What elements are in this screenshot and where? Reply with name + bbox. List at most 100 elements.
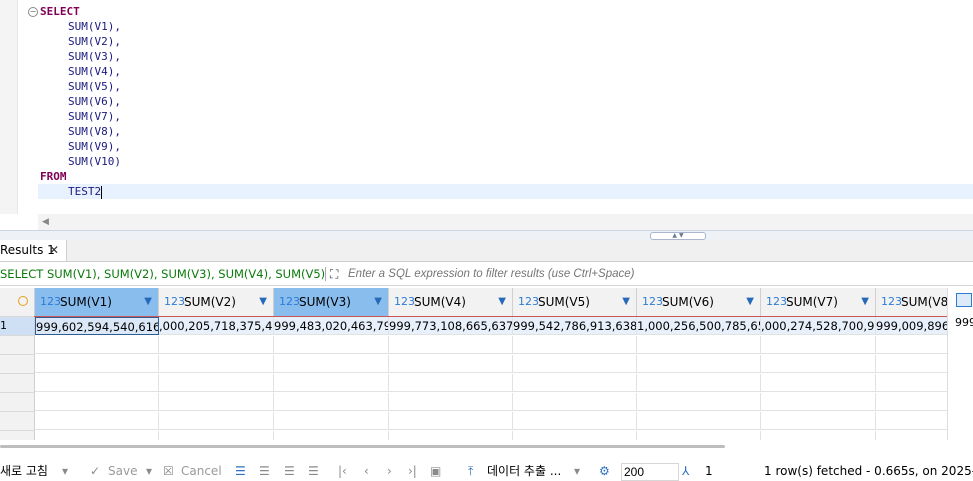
column-header[interactable]: 123 SUM(V4) ▼ bbox=[389, 288, 513, 316]
refresh-button[interactable]: 새로 고침 bbox=[0, 462, 48, 480]
empty-cell bbox=[389, 393, 513, 411]
filter-input[interactable] bbox=[348, 263, 948, 285]
code-line[interactable]: SELECT bbox=[40, 4, 121, 19]
sql-editor[interactable]: − SELECT SUM(V1), SUM(V2), SUM(V3), SUM(V4),… bbox=[0, 0, 973, 214]
close-icon[interactable]: ✕ bbox=[49, 240, 59, 261]
sort-dropdown-icon[interactable]: ▼ bbox=[259, 288, 267, 316]
row-header[interactable] bbox=[0, 374, 35, 393]
delete-row-icon[interactable]: ☰ bbox=[308, 462, 319, 480]
table-cell[interactable]: 1,000,256,500,785,656 bbox=[637, 317, 761, 335]
editor-horizontal-scrollbar[interactable]: ◀ bbox=[38, 214, 973, 230]
column-header[interactable]: 123 SUM(V5) ▼ bbox=[513, 288, 637, 316]
grid-horizontal-scrollbar[interactable] bbox=[0, 445, 725, 448]
table-cell[interactable]: 999,773,108,665,637 bbox=[389, 317, 513, 335]
code-line[interactable]: SUM(V3), bbox=[40, 49, 121, 64]
table-cell[interactable]: 999,009,896,05 bbox=[876, 317, 947, 335]
code-line[interactable]: SUM(V6), bbox=[40, 94, 121, 109]
empty-cell bbox=[637, 412, 761, 430]
export-dropdown-icon[interactable]: ▾ bbox=[574, 462, 580, 480]
column-header-label: SUM(V6) bbox=[662, 295, 714, 309]
first-page-icon[interactable]: |‹ bbox=[338, 462, 347, 480]
row-count-icon[interactable]: ⅄ bbox=[682, 462, 689, 480]
panel-toggle-icon[interactable] bbox=[956, 293, 972, 307]
code-line[interactable]: TEST2 bbox=[40, 184, 121, 199]
splitter-handle[interactable]: ▲ ▼ bbox=[650, 232, 706, 240]
code-line[interactable]: SUM(V7), bbox=[40, 109, 121, 124]
export-button[interactable]: 데이터 추출 ... bbox=[487, 462, 561, 480]
empty-cell bbox=[35, 336, 159, 354]
sort-dropdown-icon[interactable]: ▼ bbox=[498, 288, 506, 316]
row-header[interactable]: 1 bbox=[0, 317, 35, 336]
fetch-size-input[interactable] bbox=[621, 463, 679, 481]
next-page-icon[interactable]: › bbox=[387, 462, 392, 480]
prev-page-icon[interactable]: ‹ bbox=[364, 462, 369, 480]
code-line[interactable]: SUM(V10) bbox=[40, 154, 121, 169]
code-line[interactable]: SUM(V8), bbox=[40, 124, 121, 139]
cancel-button[interactable]: Cancel bbox=[181, 462, 222, 480]
save-button[interactable]: Save bbox=[108, 462, 137, 480]
last-page-icon[interactable]: ›| bbox=[408, 462, 417, 480]
grid-corner[interactable] bbox=[0, 288, 35, 317]
code-line[interactable]: SUM(V1), bbox=[40, 19, 121, 34]
column-header[interactable]: 123 SUM(V1) ▼ bbox=[35, 288, 159, 316]
column-header[interactable]: 123 SUM(V6) ▼ bbox=[637, 288, 761, 316]
edit-row-icon[interactable]: ☰ bbox=[235, 462, 246, 480]
expand-icon[interactable]: ⛶ bbox=[330, 267, 338, 282]
sort-dropdown-icon[interactable]: ▼ bbox=[861, 288, 869, 316]
save-dropdown-icon[interactable]: ▾ bbox=[146, 462, 152, 480]
sort-dropdown-icon[interactable]: ▼ bbox=[746, 288, 754, 316]
table-cell[interactable]: ,000,205,718,375,475 bbox=[159, 317, 274, 335]
export-icon[interactable]: ⤒ bbox=[468, 462, 473, 480]
column-header-label: SUM(V1) bbox=[60, 295, 112, 309]
row-header[interactable] bbox=[0, 336, 35, 355]
code-line[interactable]: SUM(V5), bbox=[40, 79, 121, 94]
sort-dropdown-icon[interactable]: ▼ bbox=[374, 288, 382, 316]
sql-code[interactable]: SELECT SUM(V1), SUM(V2), SUM(V3), SUM(V4), SU… bbox=[40, 4, 121, 199]
filter-separator bbox=[325, 267, 326, 281]
row-header[interactable] bbox=[0, 393, 35, 412]
row-header[interactable] bbox=[0, 355, 35, 374]
row-number: 1 bbox=[0, 319, 7, 332]
empty-cell bbox=[274, 431, 389, 440]
column-header[interactable]: 123 SUM(V3) ▼ bbox=[274, 288, 389, 316]
settings-icon[interactable]: ⚙ bbox=[599, 462, 610, 480]
code-line[interactable]: SUM(V9), bbox=[40, 139, 121, 154]
row-header[interactable] bbox=[0, 412, 35, 431]
code-line[interactable]: SUM(V4), bbox=[40, 64, 121, 79]
column-header[interactable]: 123 SUM(V7) ▼ bbox=[761, 288, 876, 316]
empty-cell bbox=[876, 393, 947, 411]
empty-cell bbox=[513, 374, 637, 392]
table-cell[interactable]: 999,483,020,463,793 bbox=[274, 317, 389, 335]
scroll-left-icon[interactable]: ◀ bbox=[42, 217, 49, 227]
save-icon[interactable]: ✓ bbox=[90, 462, 100, 480]
empty-cell bbox=[513, 412, 637, 430]
sort-dropdown-icon[interactable]: ▼ bbox=[144, 288, 152, 316]
add-row-icon[interactable]: ☰ bbox=[259, 462, 270, 480]
results-toolbar: 새로 고침 ▾ ✓ Save ▾ ☒ Cancel ☰ ☰ ☰ ☰ |‹ ‹ ›… bbox=[0, 462, 973, 481]
refresh-dropdown-icon[interactable]: ▾ bbox=[62, 462, 68, 480]
numeric-type-icon: 123 bbox=[40, 295, 61, 308]
numeric-type-icon: 123 bbox=[642, 295, 663, 308]
column-header[interactable]: 123SUM(V8) bbox=[876, 288, 947, 316]
empty-cell bbox=[389, 355, 513, 373]
filter-query-text[interactable]: SELECT SUM(V1), SUM(V2), SUM(V3), SUM(V4… bbox=[0, 263, 325, 285]
fetch-all-icon[interactable]: ▣ bbox=[430, 462, 441, 480]
empty-cell bbox=[159, 355, 274, 373]
select-all-icon[interactable] bbox=[18, 296, 28, 306]
empty-cell bbox=[389, 412, 513, 430]
fold-toggle-icon[interactable]: − bbox=[28, 7, 38, 17]
table-cell[interactable]: 999,602,594,540,616 bbox=[35, 317, 159, 335]
row-header[interactable] bbox=[0, 431, 35, 440]
results-grid[interactable]: 123 SUM(V1) ▼ 999,602,594,540,616 123 SUM(V2)… bbox=[0, 288, 947, 440]
table-cell[interactable]: ,000,274,528,700,972 bbox=[761, 317, 876, 335]
code-line[interactable]: FROM bbox=[40, 169, 121, 184]
empty-cell bbox=[35, 431, 159, 440]
tab-results-1[interactable]: Results 1 ✕ bbox=[0, 240, 67, 261]
code-line[interactable]: SUM(V2), bbox=[40, 34, 121, 49]
sort-dropdown-icon[interactable]: ▼ bbox=[622, 288, 630, 316]
cancel-icon[interactable]: ☒ bbox=[163, 462, 174, 480]
column-header[interactable]: 123 SUM(V2) ▼ bbox=[159, 288, 274, 316]
table-cell[interactable]: 999,542,786,913,638 bbox=[513, 317, 637, 335]
copy-row-icon[interactable]: ☰ bbox=[284, 462, 295, 480]
empty-cell bbox=[876, 355, 947, 373]
